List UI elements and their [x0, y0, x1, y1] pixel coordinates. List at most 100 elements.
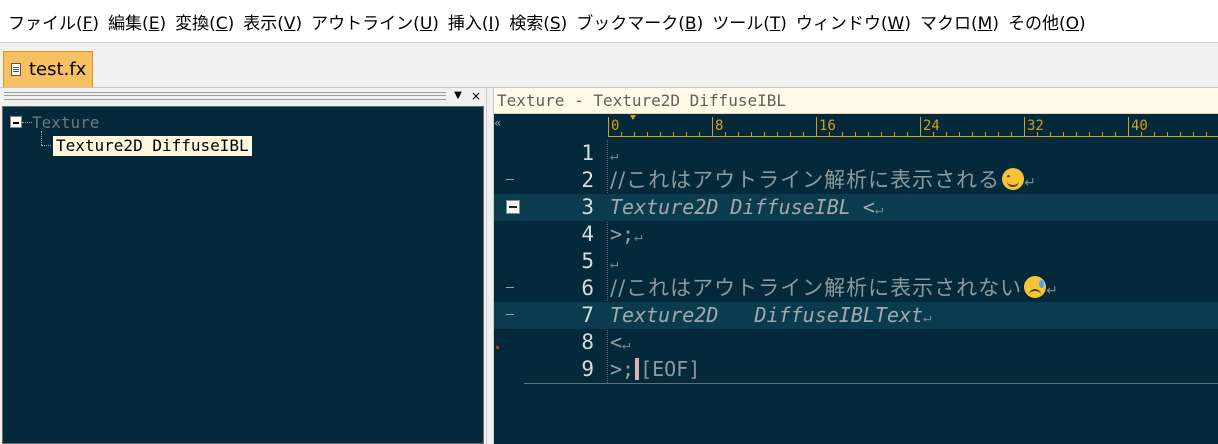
- newline-icon: ↵: [1046, 283, 1059, 299]
- collapse-icon[interactable]: [10, 116, 22, 128]
- newline-icon: ↵: [1024, 175, 1037, 191]
- fold-line-marker: [506, 179, 514, 180]
- ruler-tick: [1167, 132, 1168, 137]
- menu-window[interactable]: ウィンドウ(W): [794, 9, 918, 34]
- panel-close-icon[interactable]: ×: [470, 88, 482, 104]
- ruler-tick: [751, 132, 752, 137]
- change-marker: [496, 346, 499, 349]
- menu-file[interactable]: ファイル(F): [6, 9, 106, 34]
- menu-view[interactable]: 表示(V): [241, 9, 309, 34]
- code-line: 8 <↵: [494, 329, 1218, 356]
- ruler-tick: [894, 132, 895, 137]
- tree-node-texture2d-diffuseibl[interactable]: Texture2D DiffuseIBL: [53, 136, 252, 156]
- menu-outline[interactable]: アウトライン(U): [309, 9, 446, 34]
- ruler-tick: [985, 132, 986, 137]
- code-line: 3 Texture2D DiffuseIBL <↵: [494, 194, 1218, 221]
- ruler-tick: [1076, 132, 1077, 137]
- code-line: 9 >; [EOF]: [494, 356, 1218, 383]
- menu-tools[interactable]: ツール(T): [710, 9, 794, 34]
- ruler-label: 16: [819, 118, 836, 134]
- ruler-tick: [1089, 132, 1090, 137]
- editor-outline-title: Texture - Texture2D DiffuseIBL: [494, 88, 1218, 114]
- tree-node-texture[interactable]: Texture: [10, 112, 99, 132]
- fold-line-marker: [506, 287, 514, 288]
- menu-bookmark[interactable]: ブックマーク(B): [574, 9, 710, 34]
- ruler-tick: [777, 132, 778, 137]
- outline-panel-header: ▼ ×: [0, 88, 486, 106]
- code-line: 4 >;↵: [494, 221, 1218, 248]
- line-text: >;↵: [610, 222, 643, 246]
- line-text: Texture2D DiffuseIBL <↵: [610, 195, 884, 219]
- outline-panel: ▼ × Texture Texture2D DiffuseIBL: [0, 88, 486, 444]
- ruler-tick: [868, 132, 869, 137]
- ruler-tick: [608, 117, 609, 137]
- line-text: //これはアウトライン解析に表示されない ↵: [610, 276, 1059, 300]
- file-icon: [11, 63, 21, 76]
- ruler-tick: [790, 132, 791, 137]
- ruler-tick: [647, 132, 648, 137]
- ruler-tick: [959, 132, 960, 137]
- menu-search[interactable]: 検索(S): [507, 9, 574, 34]
- menu-edit[interactable]: 編集(E): [106, 9, 173, 34]
- code-line: 1 ↵: [494, 140, 1218, 167]
- tree-node-label: Texture: [32, 112, 100, 132]
- panel-menu-icon[interactable]: ▼: [452, 88, 464, 104]
- menu-macro[interactable]: マクロ(M): [918, 9, 1006, 34]
- line-number: 1: [581, 141, 594, 165]
- eof-marker: [EOF]: [640, 357, 701, 381]
- panel-splitter[interactable]: [486, 88, 494, 444]
- line-text: >; [EOF]: [610, 357, 701, 381]
- ruler-tick: [1180, 132, 1181, 137]
- ruler-label: 0: [611, 118, 620, 134]
- menu-other[interactable]: その他(O): [1006, 9, 1093, 34]
- sad-face-icon: [1024, 276, 1047, 298]
- ruler-label: 32: [1027, 118, 1044, 134]
- ruler-tick: [621, 132, 622, 137]
- panel-grip[interactable]: [4, 92, 446, 100]
- ruler-tick: [1193, 132, 1194, 137]
- editor-pane[interactable]: Texture - Texture2D DiffuseIBL « 0 8 16 24 3…: [494, 88, 1218, 444]
- ruler-tick: [842, 132, 843, 137]
- tree-connector: [41, 131, 42, 145]
- line-number: 4: [581, 222, 594, 246]
- newline-icon: ↵: [622, 337, 631, 353]
- menu-insert[interactable]: 挿入(I): [446, 9, 507, 34]
- line-number: 8: [581, 330, 594, 354]
- text-cursor: [635, 358, 640, 380]
- ruler-tick: [998, 132, 999, 137]
- ruler-tick: [1128, 117, 1129, 137]
- ruler-tick: [972, 132, 973, 137]
- newline-icon: ↵: [923, 310, 932, 326]
- line-text: ↵: [610, 140, 618, 170]
- line-number: 2: [581, 168, 594, 192]
- column-ruler: « 0 8 16 24 32 40: [494, 114, 1218, 140]
- outline-tree: Texture Texture2D DiffuseIBL: [2, 106, 484, 444]
- newline-icon: ↵: [610, 256, 619, 272]
- menu-convert[interactable]: 変換(C): [173, 9, 241, 34]
- line-text: //これはアウトライン解析に表示される ↵: [610, 168, 1037, 192]
- ruler-tick: [738, 132, 739, 137]
- ruler-tick: [907, 132, 908, 137]
- collapse-icon[interactable]: [506, 200, 520, 214]
- newline-icon: ↵: [610, 148, 619, 164]
- ruler-tick: [881, 132, 882, 137]
- code-area[interactable]: 1 ↵ 2 //これはアウトライン解析に表示される ↵ 3 Texture2D D…: [494, 140, 1218, 383]
- tree-connector: [22, 121, 32, 123]
- tab-label: test.fx: [29, 59, 87, 80]
- ruler-tick: [816, 117, 817, 137]
- ruler-tick: [1050, 132, 1051, 137]
- ruler-tick: [764, 132, 765, 137]
- ruler-tick: [1154, 132, 1155, 137]
- eof-underline: [524, 383, 1218, 384]
- ruler-cursor-marker: [630, 115, 636, 120]
- ruler-tick: [1063, 132, 1064, 137]
- ruler-tick: [1102, 132, 1103, 137]
- ruler-tick: [1206, 132, 1207, 137]
- ruler-tick: [725, 132, 726, 137]
- tab-test-fx[interactable]: test.fx: [3, 51, 93, 87]
- newline-icon: ↵: [634, 229, 643, 245]
- ruler-label: 40: [1131, 118, 1148, 134]
- newline-icon: ↵: [874, 202, 884, 218]
- tab-strip: test.fx: [0, 42, 1218, 88]
- fold-arrow-icon[interactable]: «: [494, 116, 501, 130]
